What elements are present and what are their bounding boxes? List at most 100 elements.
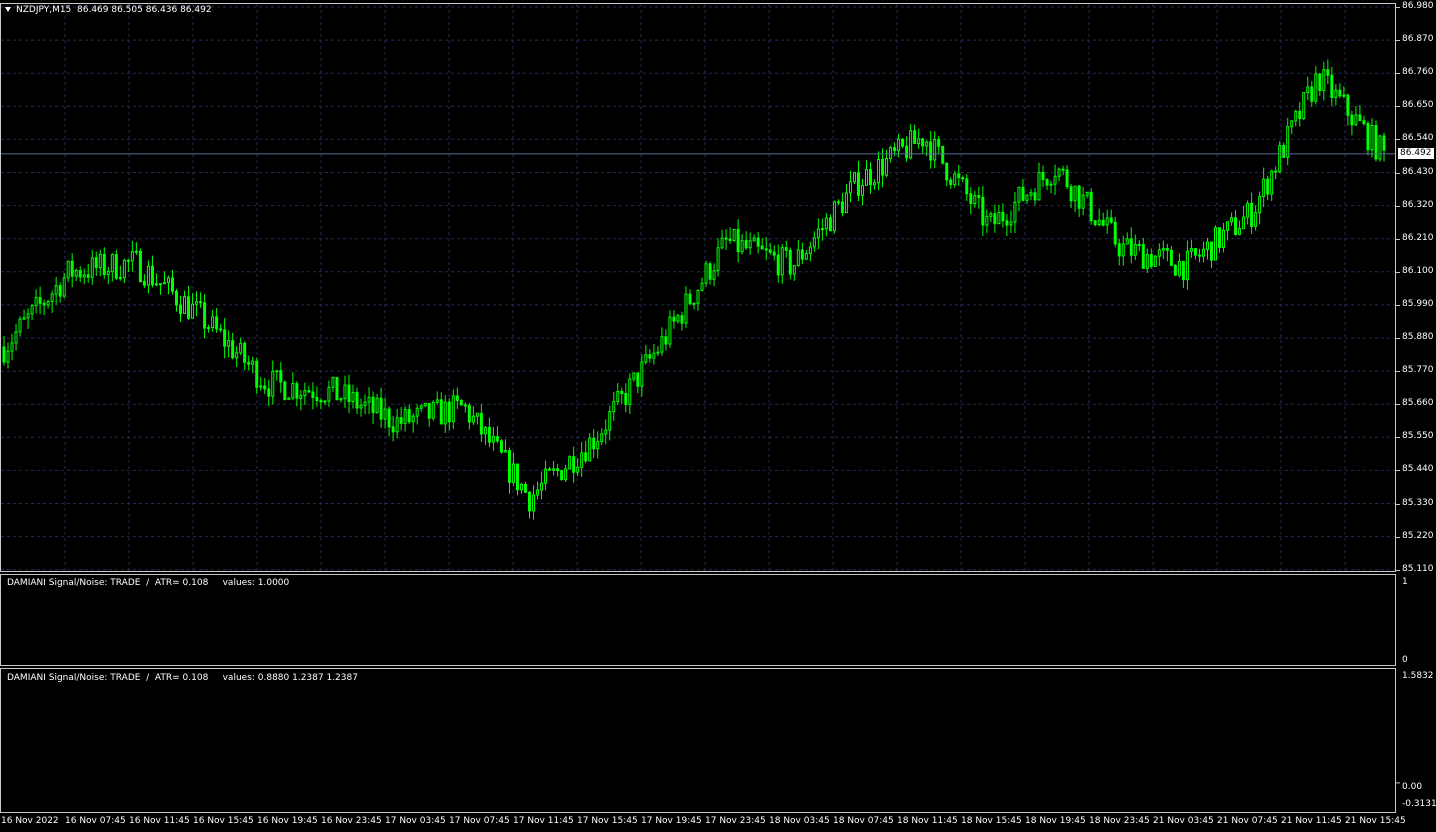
candle-body [1105, 217, 1109, 226]
candle-body [1366, 123, 1370, 151]
candle-body [696, 289, 700, 304]
candle-body [1326, 69, 1330, 76]
candle-body [612, 401, 616, 413]
candle-body [363, 401, 367, 406]
candle-body [1205, 241, 1209, 250]
candle-body [560, 470, 564, 481]
price-tick-label: 86.210 [1402, 232, 1434, 243]
candle-body [752, 237, 756, 242]
candle-body [632, 372, 636, 380]
candle-body [319, 399, 323, 403]
candle-body [981, 196, 985, 226]
candle-body [2, 346, 6, 363]
time-tick-label: 16 Nov 2022 [1, 816, 59, 826]
candle-body [913, 130, 917, 144]
candle-body [311, 391, 315, 399]
candle-body [275, 370, 279, 373]
candle-body [511, 463, 515, 483]
candle-body [1073, 185, 1077, 202]
candle-body [720, 237, 724, 249]
candle-body [74, 269, 78, 277]
candle-body [267, 388, 271, 397]
candle-body [18, 318, 22, 333]
candle-body [556, 468, 560, 472]
candle-body [327, 386, 331, 402]
candle-body [1350, 114, 1354, 126]
candle-body [118, 277, 122, 280]
candle-body [764, 248, 768, 251]
candle-body [656, 351, 660, 354]
candle-body [820, 228, 824, 231]
candle-body [572, 456, 576, 473]
candle-body [736, 228, 740, 253]
candle-body [1218, 227, 1222, 248]
candle-body [1358, 114, 1362, 122]
candle-body [889, 147, 893, 160]
candle-body [1113, 221, 1117, 245]
candle-body [1246, 202, 1250, 218]
candle-body [1057, 168, 1061, 177]
price-tick-label: 85.770 [1402, 365, 1434, 376]
candle-body [1121, 243, 1125, 257]
candle-body [1137, 243, 1141, 246]
candle-body [1378, 135, 1382, 160]
candle-body [1362, 120, 1366, 125]
candle-body [1185, 250, 1189, 281]
candle-body [536, 489, 540, 496]
time-tick-label: 18 Nov 15:45 [961, 816, 1022, 826]
candle-body [491, 436, 495, 443]
candle-body [471, 415, 475, 423]
candle-body [122, 259, 126, 279]
candle-body [1334, 89, 1338, 98]
price-tick-mark [1396, 503, 1400, 505]
time-tick-label: 18 Nov 03:45 [769, 816, 830, 826]
candle-body [812, 237, 816, 248]
candle-body [985, 215, 989, 226]
candle-body [411, 415, 415, 423]
candle-body [26, 313, 30, 319]
symbol-menu-arrow-icon[interactable] [5, 7, 11, 12]
candle-body [1238, 228, 1242, 235]
candle-body [1302, 92, 1306, 120]
signal-noise-lines-pane[interactable] [0, 668, 1396, 813]
candle-body [524, 483, 528, 493]
candle-body [676, 315, 680, 322]
candle-body [154, 283, 158, 286]
candle-body [588, 437, 592, 462]
time-tick-label: 17 Nov 07:45 [449, 816, 510, 826]
candle-body [865, 169, 868, 186]
candle-body [150, 265, 154, 286]
candle-body [945, 162, 949, 181]
candle-body [616, 390, 620, 403]
candle-body [969, 193, 973, 204]
candle-body [1125, 238, 1129, 245]
time-tick-label: 18 Nov 19:45 [1025, 816, 1086, 826]
candle-body [1338, 89, 1342, 97]
candle-body [415, 407, 419, 417]
candle-body [1009, 221, 1013, 226]
candle-body [636, 372, 640, 387]
candle-body [1169, 249, 1173, 266]
candle-body [403, 408, 407, 424]
candle-body [860, 184, 864, 196]
candle-body [291, 383, 295, 399]
candle-body [1033, 192, 1037, 201]
candle-body [271, 370, 275, 397]
candle-body [989, 213, 993, 217]
candle-body [792, 265, 796, 275]
candle-body [359, 404, 363, 409]
signal-noise-title: DAMIANI Signal/Noise: TRADE / ATR= 0.108… [7, 578, 290, 588]
candle-body [223, 329, 227, 347]
osc-axis-mid: 0.00 [1402, 782, 1423, 792]
candle-body [211, 316, 215, 329]
candle-body [520, 483, 523, 491]
candle-body [515, 463, 519, 491]
sn-axis-top: 1 [1402, 577, 1408, 587]
price-tick-mark [1396, 238, 1400, 240]
candle-body [126, 259, 130, 262]
candle-body [251, 360, 255, 365]
candle-body [383, 408, 387, 420]
candle-body [1318, 73, 1322, 92]
candle-body [1001, 211, 1005, 222]
time-tick-label: 21 Nov 11:45 [1281, 816, 1342, 826]
